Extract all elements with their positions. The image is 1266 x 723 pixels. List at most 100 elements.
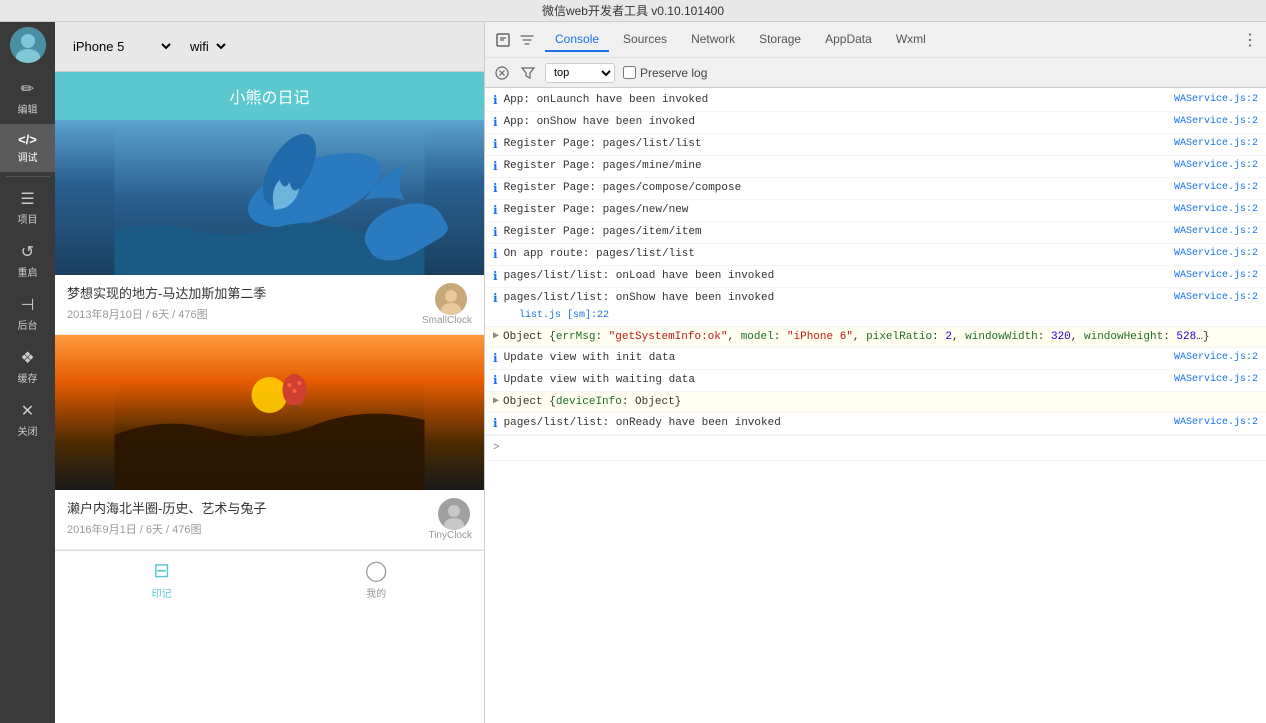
console-source-10b[interactable]: list.js [sm]:22 — [519, 310, 609, 321]
console-row-2: ℹ App: onShow have been invoked WAServic… — [485, 112, 1266, 134]
console-source-3[interactable]: WAService.js:2 — [1174, 136, 1258, 152]
console-prompt: > — [493, 440, 500, 456]
info-icon-8: ℹ — [493, 247, 498, 263]
project-icon: ☰ — [20, 189, 34, 209]
preserve-log-checkbox[interactable] — [623, 66, 636, 79]
expand-arrow-11[interactable]: ▶ — [493, 329, 499, 345]
devtools-more-button[interactable]: ⋮ — [1242, 30, 1258, 50]
filter-button[interactable] — [519, 64, 537, 82]
post-card-1[interactable]: 梦想实现的地方-马达加斯加第二季 2013年8月10日 / 6天 / 476图 — [55, 120, 484, 335]
post-meta-2: 濑户内海北半圈-历史、艺术与兔子 2016年9月1日 / 6天 / 476图 — [67, 498, 428, 537]
console-message-14: Object {deviceInfo: Object} — [503, 394, 1258, 410]
console-row-10: ℹ pages/list/list: onShow have been invo… — [485, 288, 1266, 327]
mine-label: 我的 — [366, 585, 386, 600]
console-source-4[interactable]: WAService.js:2 — [1174, 158, 1258, 174]
yinj-label: 印记 — [152, 585, 172, 600]
nav-item-yinj[interactable]: ⊟ 印记 — [152, 558, 172, 600]
console-message-8: On app route: pages/list/list — [504, 246, 1166, 262]
device-selector[interactable]: iPhone 5 iPhone 6 iPhone 6 Plus — [65, 36, 174, 57]
post-title-1: 梦想实现的地方-马达加斯加第二季 — [67, 283, 422, 302]
console-row-3: ℹ Register Page: pages/list/list WAServi… — [485, 134, 1266, 156]
console-source-7[interactable]: WAService.js:2 — [1174, 224, 1258, 240]
post-card-2[interactable]: 濑户内海北半圈-历史、艺术与兔子 2016年9月1日 / 6天 / 476图 — [55, 335, 484, 550]
console-message-11: Object {errMsg: "getSystemInfo:ok", mode… — [503, 329, 1258, 345]
sidebar-tool-close[interactable]: ✕ 关闭 — [0, 393, 55, 446]
post-image-sunset — [55, 335, 484, 490]
info-icon-7: ℹ — [493, 225, 498, 241]
sidebar-tool-debug[interactable]: </> 调试 — [0, 124, 55, 172]
console-row-7: ℹ Register Page: pages/item/item WAServi… — [485, 222, 1266, 244]
console-row-14[interactable]: ▶ Object {deviceInfo: Object} — [485, 392, 1266, 413]
post-meta-1: 梦想实现的地方-马达加斯加第二季 2013年8月10日 / 6天 / 476图 — [67, 283, 422, 322]
backend-icon: ⊣ — [21, 295, 35, 315]
title-bar: 微信web开发者工具 v0.10.101400 — [0, 0, 1266, 22]
console-message-13: Update view with waiting data — [504, 372, 1166, 388]
info-icon-13: ℹ — [493, 373, 498, 389]
console-message-10: pages/list/list: onShow have been invoke… — [504, 290, 1166, 306]
post-info-1: 梦想实现的地方-马达加斯加第二季 2013年8月10日 / 6天 / 476图 — [55, 275, 484, 334]
console-source-6[interactable]: WAService.js:2 — [1174, 202, 1258, 218]
console-source-13[interactable]: WAService.js:2 — [1174, 372, 1258, 388]
console-input-row[interactable]: > — [485, 435, 1266, 461]
phone-toolbar: iPhone 5 iPhone 6 iPhone 6 Plus wifi 3G … — [55, 22, 484, 72]
sidebar-tool-edit[interactable]: ✏ 编辑 — [0, 71, 55, 124]
console-message-2: App: onShow have been invoked — [504, 114, 1166, 130]
console-source-2[interactable]: WAService.js:2 — [1174, 114, 1258, 130]
tab-sources[interactable]: Sources — [613, 28, 677, 52]
console-message-12: Update view with init data — [504, 350, 1166, 366]
title-text: 微信web开发者工具 v0.10.101400 — [542, 2, 724, 19]
info-icon-6: ℹ — [493, 203, 498, 219]
phone-area: iPhone 5 iPhone 6 iPhone 6 Plus wifi 3G … — [55, 22, 485, 723]
cache-label: 缓存 — [18, 370, 38, 385]
post-author-2: TinyClock — [428, 530, 472, 541]
tab-network[interactable]: Network — [681, 28, 745, 52]
expand-arrow-14[interactable]: ▶ — [493, 394, 499, 410]
info-icon-5: ℹ — [493, 181, 498, 197]
clear-button[interactable] — [493, 64, 511, 82]
info-icon-10: ℹ — [493, 291, 498, 307]
filter-icon[interactable] — [517, 30, 537, 50]
sidebar-tool-backend[interactable]: ⊣ 后台 — [0, 287, 55, 340]
tab-wxml[interactable]: Wxml — [886, 28, 936, 52]
console-source-10a[interactable]: WAService.js:2 — [1174, 290, 1258, 306]
tab-appdata[interactable]: AppData — [815, 28, 882, 52]
tab-console[interactable]: Console — [545, 28, 609, 52]
inspector-icon[interactable] — [493, 30, 513, 50]
app-title: 小熊の日记 — [229, 90, 309, 107]
console-source-12[interactable]: WAService.js:2 — [1174, 350, 1258, 366]
post-image-whale — [55, 120, 484, 275]
sidebar-divider-1 — [6, 176, 50, 177]
console-output: ℹ App: onLaunch have been invoked WAServ… — [485, 88, 1266, 723]
network-select[interactable]: wifi 3G 2G — [182, 36, 229, 57]
console-message-9: pages/list/list: onLoad have been invoke… — [504, 268, 1166, 284]
restart-icon: ↺ — [21, 242, 34, 262]
debug-label: 调试 — [18, 149, 38, 164]
console-source-8[interactable]: WAService.js:2 — [1174, 246, 1258, 262]
sidebar-tool-restart[interactable]: ↺ 重启 — [0, 234, 55, 287]
sidebar-tool-project[interactable]: ☰ 项目 — [0, 181, 55, 234]
console-row-12: ℹ Update view with init data WAService.j… — [485, 348, 1266, 370]
close-icon: ✕ — [21, 401, 34, 421]
device-select[interactable]: iPhone 5 iPhone 6 iPhone 6 Plus — [65, 36, 174, 57]
close-label: 关闭 — [18, 423, 38, 438]
console-source-9[interactable]: WAService.js:2 — [1174, 268, 1258, 284]
console-row-4: ℹ Register Page: pages/mine/mine WAServi… — [485, 156, 1266, 178]
console-message-3: Register Page: pages/list/list — [504, 136, 1166, 152]
console-source-15[interactable]: WAService.js:2 — [1174, 415, 1258, 431]
tab-storage[interactable]: Storage — [749, 28, 811, 52]
network-selector[interactable]: wifi 3G 2G — [182, 36, 229, 57]
bottom-nav: ⊟ 印记 ◯ 我的 — [55, 550, 484, 606]
devtools-toolbar: top verbose info warning error Preserve … — [485, 57, 1266, 87]
console-message-5: Register Page: pages/compose/compose — [504, 180, 1166, 196]
info-icon-15: ℹ — [493, 416, 498, 432]
sidebar-tool-cache[interactable]: ❖ 缓存 — [0, 340, 55, 393]
nav-item-mine[interactable]: ◯ 我的 — [365, 558, 387, 600]
level-filter-select[interactable]: top verbose info warning error — [545, 63, 615, 83]
console-source-5[interactable]: WAService.js:2 — [1174, 180, 1258, 196]
devtools-panel: Console Sources Network Storage AppData … — [485, 22, 1266, 723]
preserve-log-wrap: Preserve log — [623, 66, 707, 80]
console-row-11[interactable]: ▶ Object {errMsg: "getSystemInfo:ok", mo… — [485, 327, 1266, 348]
console-source-1[interactable]: WAService.js:2 — [1174, 92, 1258, 108]
info-icon-1: ℹ — [493, 93, 498, 109]
edit-label: 编辑 — [18, 101, 38, 116]
